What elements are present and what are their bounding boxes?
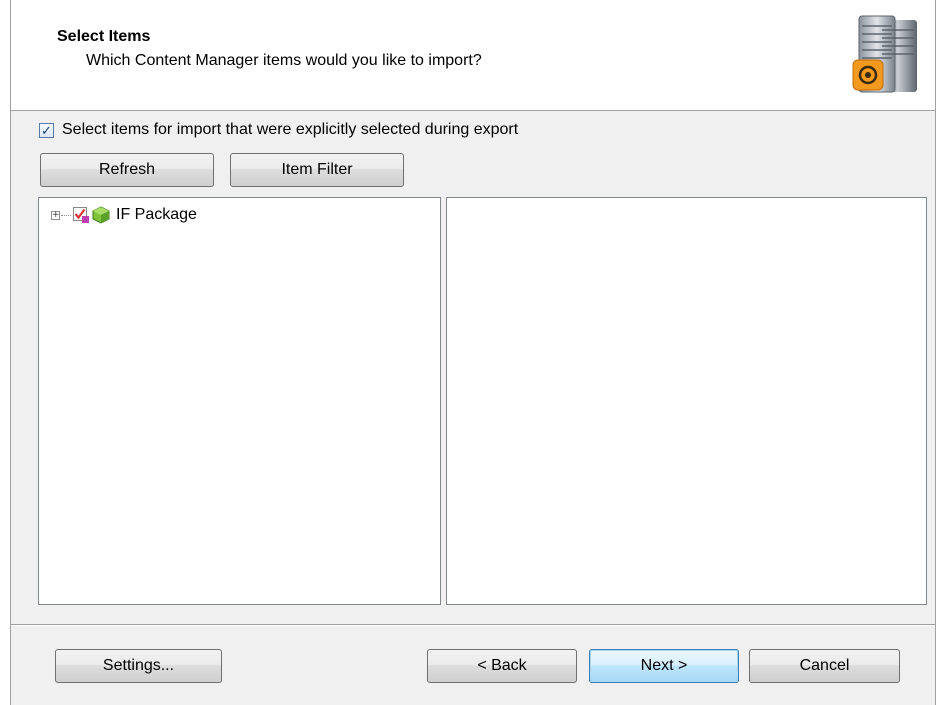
next-button[interactable]: Next >	[589, 649, 739, 683]
item-details-pane	[446, 197, 927, 605]
explicit-selection-checkbox[interactable]: ✓	[39, 122, 54, 138]
explicit-selection-label: Select items for import that were explic…	[62, 121, 519, 138]
page-subtitle: Which Content Manager items would you li…	[86, 52, 482, 69]
tree-connector	[61, 214, 71, 216]
cancel-button[interactable]: Cancel	[749, 649, 900, 683]
checked-checkbox-icon[interactable]	[73, 207, 89, 223]
wizard-header: Select Items Which Content Manager items…	[11, 0, 935, 111]
import-wizard-window: Select Items Which Content Manager items…	[10, 0, 936, 705]
refresh-button[interactable]: Refresh	[40, 153, 214, 187]
settings-button[interactable]: Settings...	[55, 649, 222, 683]
tree-item-if-package[interactable]: + IF Package	[51, 204, 197, 226]
item-filter-button[interactable]: Item Filter	[230, 153, 404, 187]
page-title: Select Items	[57, 28, 151, 45]
explicit-selection-option[interactable]: ✓ Select items for import that were expl…	[39, 119, 518, 141]
item-tree-pane[interactable]: + IF Package	[38, 197, 441, 605]
package-icon	[92, 206, 110, 224]
back-button[interactable]: < Back	[427, 649, 577, 683]
tree-item-label: IF Package	[116, 206, 197, 223]
expand-icon[interactable]: +	[51, 210, 60, 220]
database-server-icon	[849, 14, 921, 96]
footer-divider	[11, 624, 935, 626]
